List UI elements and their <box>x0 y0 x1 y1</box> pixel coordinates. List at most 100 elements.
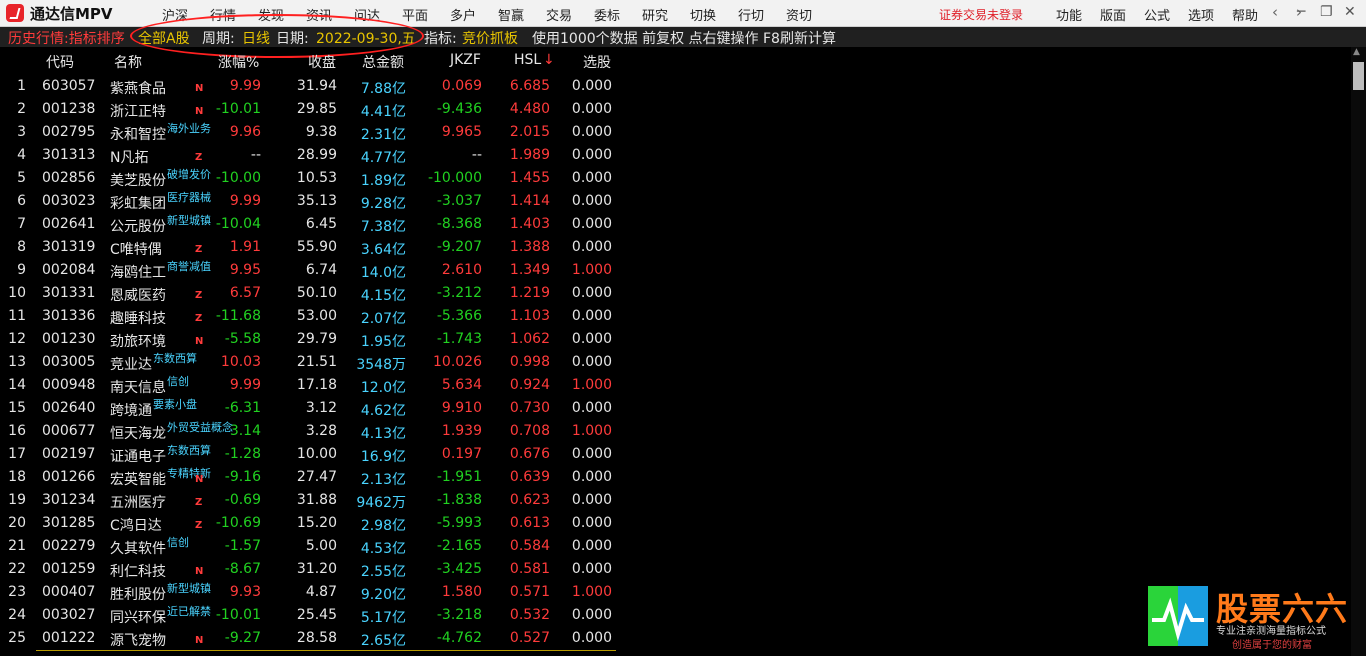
col-name[interactable]: 名称 <box>114 52 142 72</box>
menu-item[interactable]: 平面 <box>402 5 428 24</box>
table-row[interactable]: 23 000407 胜利股份 9.93 4.87 9.20亿 1.580 0.571 1.000… <box>0 581 620 604</box>
menu-item[interactable]: 资讯 <box>306 5 332 24</box>
col-amount[interactable]: 总金额 <box>362 52 404 72</box>
vertical-scrollbar[interactable] <box>1351 47 1366 656</box>
menu-item[interactable]: 沪深 <box>162 5 188 24</box>
table-row[interactable]: 1 603057 紫燕食品 9.99 31.94 7.88亿 0.069 6.685 0.000… <box>0 75 620 98</box>
scroll-up-icon[interactable]: ▲ <box>1353 47 1363 57</box>
jkzf-value: -3.218 <box>436 607 482 623</box>
scroll-thumb[interactable] <box>1353 62 1364 90</box>
concept-tag: 信创 <box>167 536 189 549</box>
jkzf-value: -- <box>471 147 482 163</box>
table-row[interactable]: 8 301319 C唯特偶 1.91 55.90 3.64亿 -9.207 1.388 0.00… <box>0 236 620 259</box>
table-row[interactable]: 9 002084 海鸥住工 9.95 6.74 14.0亿 2.610 1.349 1.000 商… <box>0 259 620 282</box>
menu-item[interactable]: 智赢 <box>498 5 524 24</box>
close-price: 10.53 <box>296 170 337 186</box>
stock-name: 趣睡科技 <box>110 311 166 327</box>
menu-item[interactable]: 问达 <box>354 5 380 24</box>
table-row[interactable]: 15 002640 跨境通 -6.31 3.12 4.62亿 9.910 0.730 0.000… <box>0 397 620 420</box>
right-menu-item[interactable]: 帮助 <box>1232 5 1258 24</box>
table-row[interactable]: 11 301336 趣睡科技 -11.68 53.00 2.07亿 -5.366 1.103 0… <box>0 305 620 328</box>
row-index: 8 <box>17 239 26 255</box>
table-row[interactable]: 24 003027 同兴环保 -10.01 25.45 5.17亿 -3.218 0.532 0… <box>0 604 620 627</box>
table-row[interactable]: 20 301285 C鸿日达 -10.69 15.20 2.98亿 -5.993 0.613 0… <box>0 512 620 535</box>
table-row[interactable]: 16 000677 恒天海龙 3.14 3.28 4.13亿 1.939 0.708 1.000… <box>0 420 620 443</box>
right-menu-item[interactable]: 版面 <box>1100 5 1126 24</box>
col-hsl[interactable]: HSL <box>514 52 541 68</box>
menu-item[interactable]: 行情 <box>210 5 236 24</box>
table-row[interactable]: 22 001259 利仁科技 -8.67 31.20 2.55亿 -3.425 0.581 0.… <box>0 558 620 581</box>
total-amount: 4.53亿 <box>360 541 406 557</box>
hsl-value: 0.623 <box>509 492 550 508</box>
total-amount: 4.13亿 <box>360 426 406 442</box>
concept-tag: 东数西算 <box>153 352 197 365</box>
trade-login-notice[interactable]: 证券交易未登录 <box>939 6 1023 23</box>
total-amount: 5.17亿 <box>360 610 406 626</box>
row-index: 11 <box>8 308 26 324</box>
table-row[interactable]: 10 301331 恩威医药 6.57 50.10 4.15亿 -3.212 1.219 0.0… <box>0 282 620 305</box>
close-price: 29.79 <box>296 331 337 347</box>
col-change[interactable]: 涨幅% <box>218 52 259 72</box>
menu-item[interactable]: 多户 <box>450 5 476 24</box>
stock-code: 003005 <box>42 354 96 370</box>
back-icon[interactable]: ‹ <box>1272 3 1278 21</box>
table-row[interactable]: 19 301234 五洲医疗 -0.69 31.88 9462万 -1.838 0.623 0.… <box>0 489 620 512</box>
jkzf-value: 1.939 <box>441 423 482 439</box>
market-selector[interactable]: 全部A股 <box>138 28 190 48</box>
row-index: 12 <box>8 331 26 347</box>
hsl-value: 0.571 <box>509 584 550 600</box>
stock-flag: Z <box>195 244 203 255</box>
menu-item[interactable]: 交易 <box>546 5 572 24</box>
close-price: 50.10 <box>296 285 337 301</box>
info-bar: 历史行情:指标排序 全部A股 周期: 日线 日期: 2022-09-30,五 指… <box>0 27 1366 47</box>
stock-name: N凡拓 <box>110 150 149 166</box>
right-menu-item[interactable]: 公式 <box>1144 5 1170 24</box>
table-row[interactable]: 7 002641 公元股份 -10.04 6.45 7.38亿 -8.368 1.403 0.0… <box>0 213 620 236</box>
menu-item[interactable]: 研究 <box>642 5 668 24</box>
change-pct: 1.91 <box>229 239 261 255</box>
table-row[interactable]: 4 301313 N凡拓 -- 28.99 4.77亿 -- 1.989 0.000 Z <box>0 144 620 167</box>
jkzf-value: -3.037 <box>436 193 482 209</box>
table-row[interactable]: 25 001222 源飞宠物 -9.27 28.58 2.65亿 -4.762 0.527 0.… <box>0 627 620 650</box>
table-row[interactable]: 21 002279 久其软件 -1.57 5.00 4.53亿 -2.165 0.584 0.0… <box>0 535 620 558</box>
total-amount: 4.15亿 <box>360 288 406 304</box>
menu-item[interactable]: 切换 <box>690 5 716 24</box>
stock-name: C鸿日达 <box>110 518 162 534</box>
stock-name: 恩威医药 <box>110 288 166 304</box>
xg-value: 0.000 <box>571 124 612 140</box>
col-xg[interactable]: 选股 <box>583 52 611 72</box>
menu-item[interactable]: 发现 <box>258 5 284 24</box>
col-jkzf[interactable]: JKZF <box>450 52 481 68</box>
table-row[interactable]: 6 003023 彩虹集团 9.99 35.13 9.28亿 -3.037 1.414 0.00… <box>0 190 620 213</box>
right-menu-item[interactable]: 功能 <box>1056 5 1082 24</box>
row-index: 18 <box>8 469 26 485</box>
col-code[interactable]: 代码 <box>46 52 74 72</box>
xg-value: 0.000 <box>571 607 612 623</box>
history-mode-label[interactable]: 历史行情:指标排序 <box>8 28 125 48</box>
hsl-value: 0.708 <box>509 423 550 439</box>
menu-item[interactable]: 行切 <box>738 5 764 24</box>
date-value[interactable]: 2022-09-30,五 <box>316 28 416 48</box>
indicator-value[interactable]: 竞价抓板 <box>462 28 518 48</box>
col-close[interactable]: 收盘 <box>308 52 336 72</box>
table-row[interactable]: 13 003005 竞业达 10.03 21.51 3548万 10.026 0.998 0.0… <box>0 351 620 374</box>
table-row[interactable]: 3 002795 永和智控 9.96 9.38 2.31亿 9.965 2.015 0.000 海… <box>0 121 620 144</box>
table-row[interactable]: 5 002856 美芝股份 -10.00 10.53 1.89亿 -10.000 1.455 0… <box>0 167 620 190</box>
table-row[interactable]: 18 001266 宏英智能 -9.16 27.47 2.13亿 -1.951 0.639 0.… <box>0 466 620 489</box>
menu-item[interactable]: 资切 <box>786 5 812 24</box>
table-row[interactable]: 14 000948 南天信息 9.99 17.18 12.0亿 5.634 0.924 1.00… <box>0 374 620 397</box>
close-button[interactable]: ✕ <box>1344 4 1356 20</box>
total-amount: 4.41亿 <box>360 104 406 120</box>
stock-code: 301331 <box>42 285 96 301</box>
period-value[interactable]: 日线 <box>242 28 270 48</box>
table-row[interactable]: 17 002197 证通电子 -1.28 10.00 16.9亿 0.197 0.676 0.0… <box>0 443 620 466</box>
restore-button[interactable]: ❐ <box>1320 4 1333 20</box>
minimize-button[interactable]: ─ <box>1297 4 1305 20</box>
right-menu-item[interactable]: 选项 <box>1188 5 1214 24</box>
xg-value: 0.000 <box>571 147 612 163</box>
table-row[interactable]: 12 001230 劲旅环境 -5.58 29.79 1.95亿 -1.743 1.062 0.… <box>0 328 620 351</box>
menu-item[interactable]: 委标 <box>594 5 620 24</box>
row-index: 6 <box>17 193 26 209</box>
table-row[interactable]: 2 001238 浙江正特 -10.01 29.85 4.41亿 -9.436 4.480 0.… <box>0 98 620 121</box>
stock-flag: Z <box>195 290 203 301</box>
